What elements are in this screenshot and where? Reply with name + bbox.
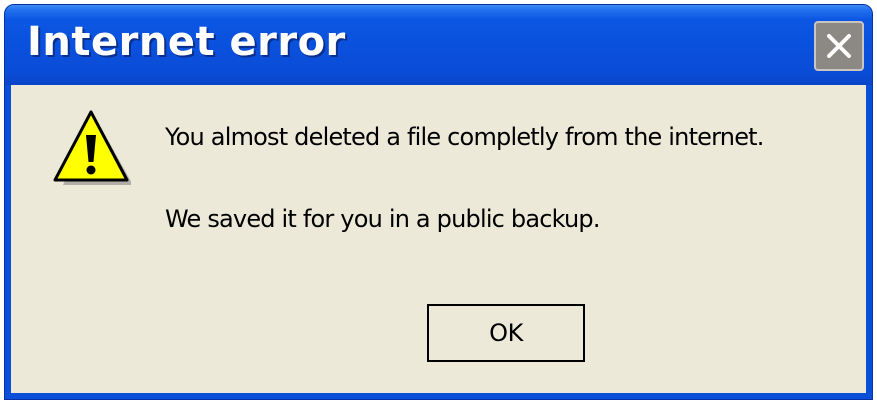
- dialog-body: You almost deleted a file completly from…: [11, 85, 866, 393]
- message-line-1: You almost deleted a file completly from…: [165, 123, 764, 151]
- title-bar[interactable]: Internet error: [5, 5, 872, 85]
- message-line-2: We saved it for you in a public backup.: [165, 205, 600, 233]
- warning-icon: [53, 110, 131, 185]
- ok-button[interactable]: OK: [427, 304, 585, 362]
- dialog-window: Internet error You almost deleted a file…: [4, 4, 873, 400]
- close-button[interactable]: [814, 21, 864, 71]
- window-title: Internet error: [27, 19, 346, 65]
- close-icon: [827, 34, 851, 58]
